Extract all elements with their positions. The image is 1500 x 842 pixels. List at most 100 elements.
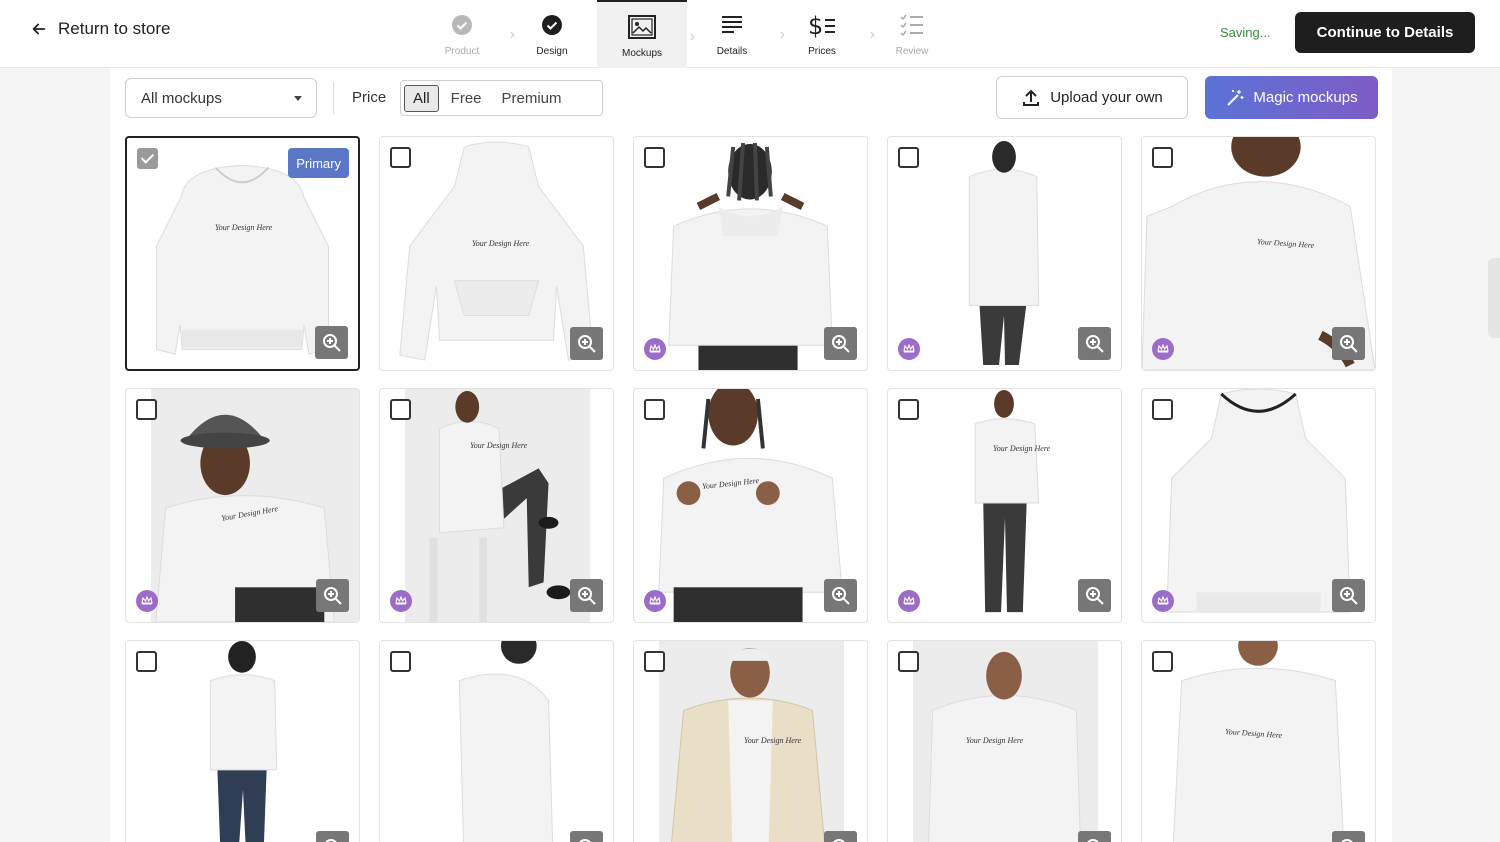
mockup-card[interactable]: Your Design Here Primary [125,136,360,371]
magic-label: Magic mockups [1253,89,1358,106]
zoom-in-icon [577,334,596,353]
image-icon [627,12,657,42]
mockup-card[interactable] [1141,388,1376,623]
svg-text:$: $ [808,12,823,39]
zoom-in-icon [832,838,845,842]
mockup-card[interactable]: Your Design Here [379,388,614,623]
mockup-checkbox[interactable] [644,147,665,168]
mockup-card[interactable]: Your Design Here [379,136,614,371]
zoom-in-icon [578,838,591,842]
mockup-card[interactable] [887,136,1122,371]
mockup-checkbox[interactable] [136,651,157,672]
mockup-checkbox[interactable] [390,399,411,420]
crown-icon [898,590,920,612]
mockup-card[interactable]: Your Design Here [633,388,868,623]
step-design[interactable]: Design › [507,0,605,68]
step-prices[interactable]: $ Prices › [777,0,875,68]
step-label: Product [444,46,480,57]
crown-icon [136,590,158,612]
scroll-handle[interactable] [1488,258,1500,338]
return-label: Return to store [58,19,171,38]
zoom-in-button[interactable] [1332,579,1365,612]
arrow-left-icon [32,23,46,35]
mockup-checkbox[interactable] [1152,399,1173,420]
step-product[interactable]: Product › [417,0,515,68]
crown-icon [1152,590,1174,612]
mockup-checkbox[interactable] [898,651,919,672]
mockup-checkbox[interactable] [390,651,411,672]
zoom-in-button[interactable] [570,579,603,612]
zoom-in-icon [323,586,342,605]
mockup-card[interactable] [633,136,868,371]
mockup-checkbox[interactable] [390,147,411,168]
magic-mockups-button[interactable]: Magic mockups [1205,76,1378,119]
zoom-in-icon [831,334,850,353]
upload-your-own-button[interactable]: Upload your own [996,76,1188,119]
step-review[interactable]: Review [867,0,957,68]
zoom-in-button[interactable] [824,579,857,612]
upload-label: Upload your own [1050,89,1163,106]
price-filter-premium[interactable]: Premium [494,86,570,111]
step-label: Prices [808,46,836,57]
design-placeholder-text: Your Design Here [472,239,530,248]
continue-to-details-button[interactable]: Continue to Details [1295,12,1475,53]
zoom-in-button[interactable] [570,831,603,842]
saving-status: Saving... [1220,25,1271,40]
zoom-in-button[interactable] [824,327,857,360]
mockup-type-select[interactable]: All mockups [125,78,317,118]
check-circle-icon [537,10,567,40]
zoom-in-button[interactable] [1332,327,1365,360]
mockup-checkbox[interactable] [136,399,157,420]
zoom-in-button[interactable] [824,831,857,842]
crown-icon [390,590,412,612]
text-lines-icon [717,10,747,40]
zoom-in-icon [1339,334,1358,353]
zoom-in-icon [324,838,337,842]
zoom-in-icon [1086,838,1099,842]
design-placeholder-text: Your Design Here [215,223,273,232]
design-placeholder-text: Your Design Here [470,441,528,450]
zoom-in-button[interactable] [1078,831,1111,842]
zoom-in-button[interactable] [1078,579,1111,612]
zoom-in-button[interactable] [316,831,349,842]
mockup-card[interactable]: Your Design Here [633,640,868,842]
return-to-store-link[interactable]: Return to store [30,19,170,39]
mockup-checkbox[interactable] [137,148,158,169]
mockup-card[interactable] [125,640,360,842]
primary-badge: Primary [288,148,349,178]
mockup-checkbox[interactable] [898,399,919,420]
mockup-image [1172,641,1345,842]
price-filter: All Free Premium [400,80,603,116]
step-details[interactable]: Details › [687,0,785,68]
price-filter-free[interactable]: Free [443,86,490,111]
design-placeholder-text: Your Design Here [966,736,1024,745]
zoom-in-icon [1085,586,1104,605]
mockup-card[interactable]: Your Design Here [887,388,1122,623]
mockup-checkbox[interactable] [644,651,665,672]
mockup-card[interactable]: Your Design Here [125,388,360,623]
mockup-checkbox[interactable] [644,399,665,420]
crown-icon [644,338,666,360]
zoom-in-button[interactable] [1332,831,1365,842]
mockup-card[interactable]: Your Design Here [1141,640,1376,842]
mockup-card[interactable]: Your Design Here [887,640,1122,842]
price-filter-all[interactable]: All [404,84,439,112]
crown-icon [644,590,666,612]
step-label: Details [716,46,748,57]
zoom-in-icon [831,586,850,605]
zoom-in-button[interactable] [315,326,348,359]
mockup-card[interactable]: Your Design Here [1141,136,1376,371]
zoom-in-icon [577,586,596,605]
magic-wand-icon [1227,89,1244,106]
mockup-checkbox[interactable] [898,147,919,168]
dollar-list-icon: $ [807,10,837,40]
zoom-in-button[interactable] [1078,327,1111,360]
mockup-checkbox[interactable] [1152,651,1173,672]
mockup-checkbox[interactable] [1152,147,1173,168]
zoom-in-button[interactable] [316,579,349,612]
zoom-in-button[interactable] [570,327,603,360]
step-mockups[interactable]: Mockups › [597,0,695,68]
mockup-card[interactable] [379,640,614,842]
checklist-icon [897,10,927,40]
zoom-in-icon [1085,334,1104,353]
